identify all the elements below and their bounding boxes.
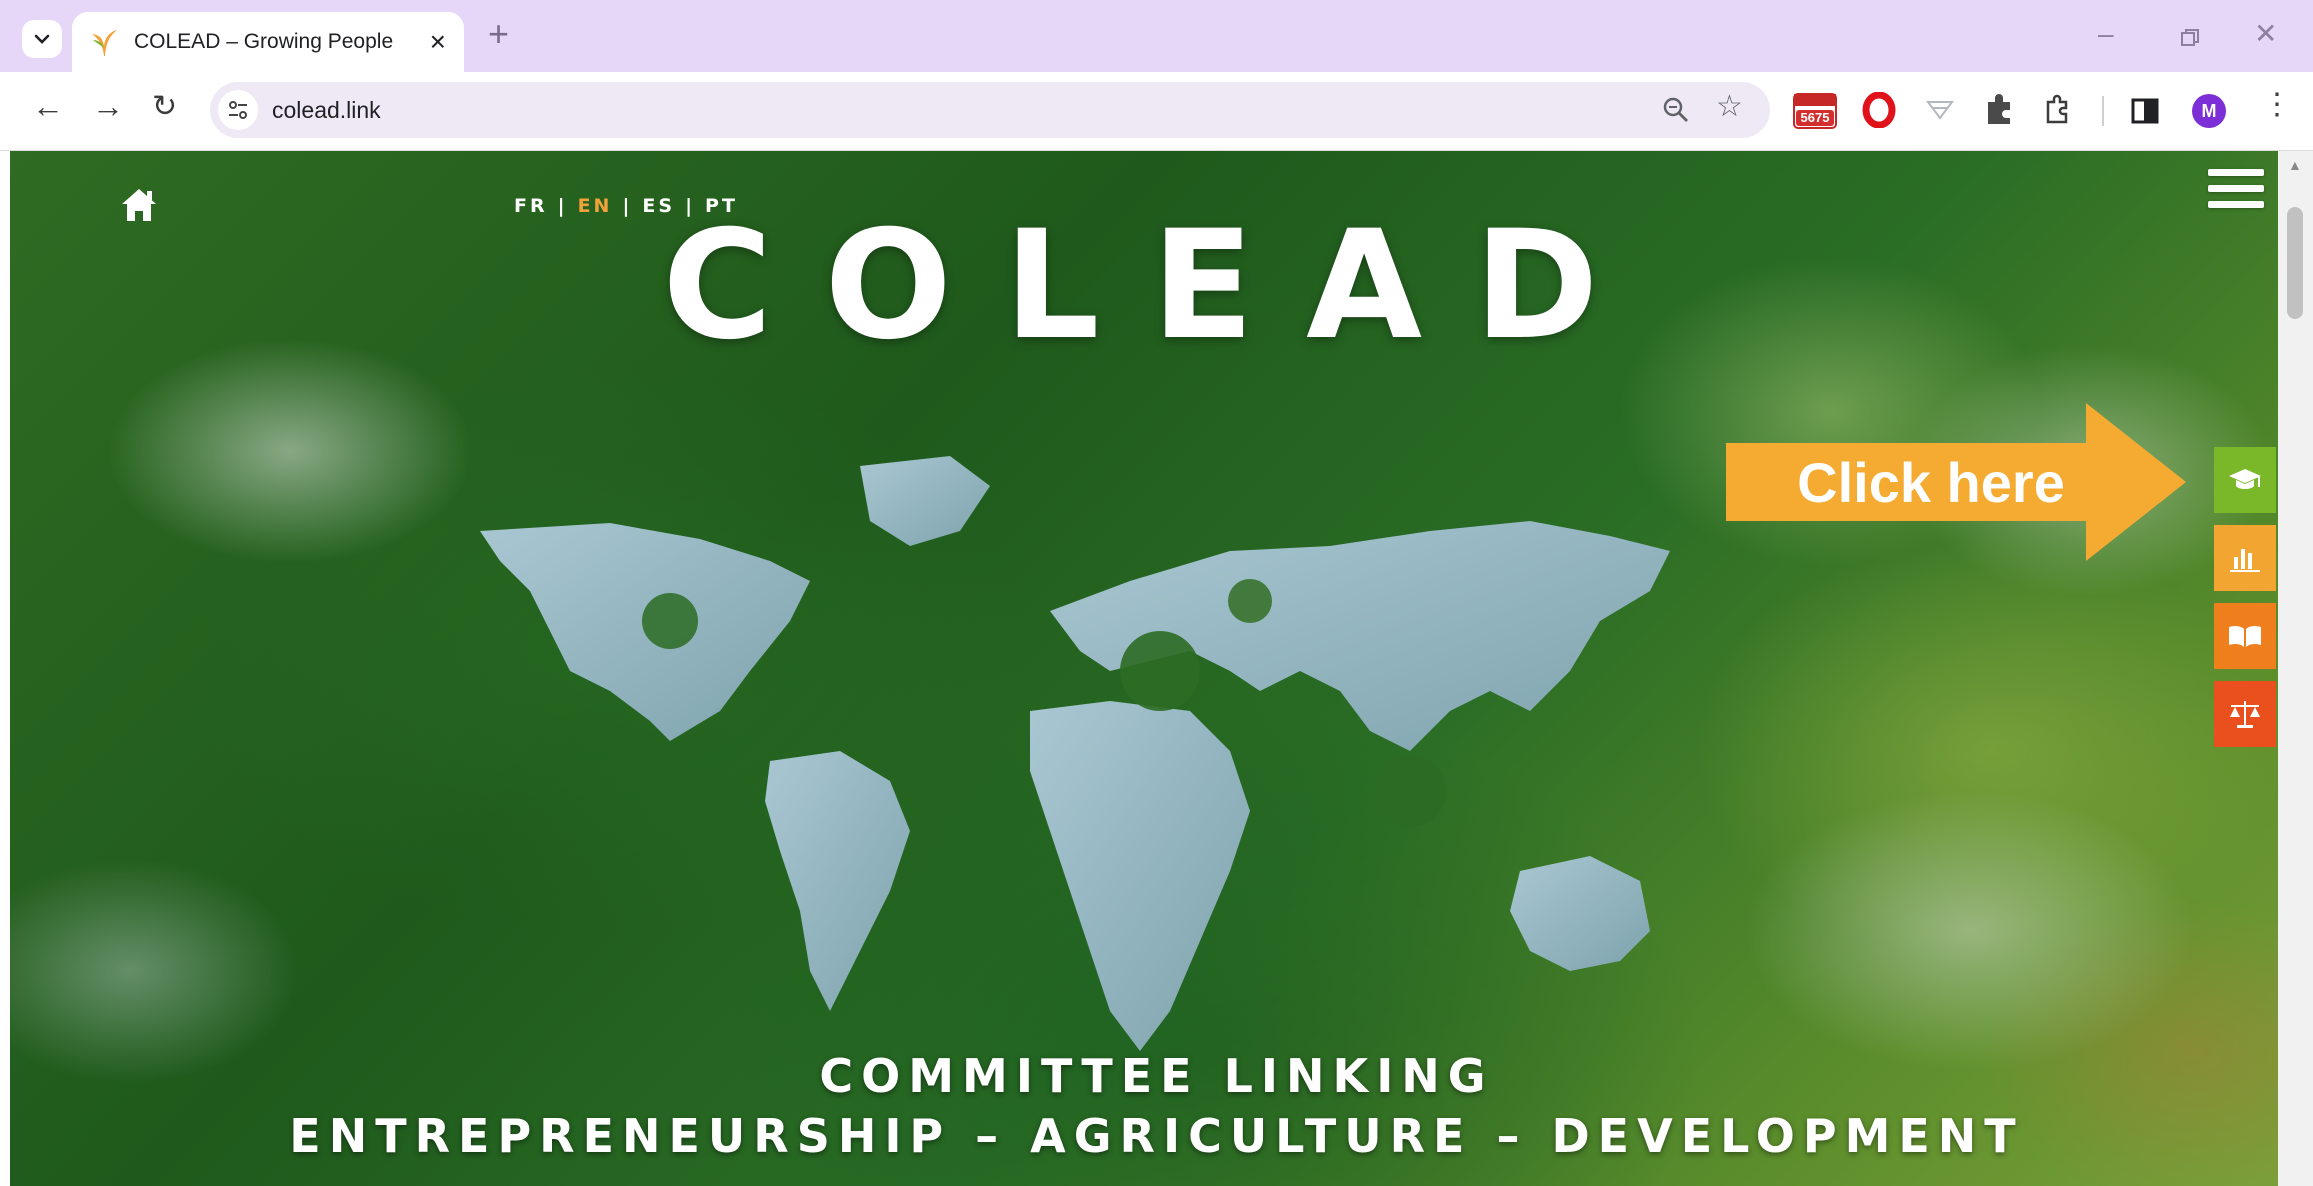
open-book-icon [2229, 625, 2261, 647]
training-button[interactable] [2214, 447, 2276, 513]
bar-chart-icon [2230, 549, 2260, 572]
extension-badge: 5675 [1800, 110, 1830, 125]
bookmark-star-icon[interactable]: ☆ [1716, 92, 1743, 122]
profile-avatar[interactable]: M [2192, 94, 2226, 128]
tagline-line-2: ENTREPRENEURSHIP – AGRICULTURE – DEVELOP… [289, 1109, 2024, 1163]
browser-menu-icon[interactable]: ⋮ [2262, 90, 2292, 120]
back-icon[interactable]: ← [32, 90, 64, 122]
extensions-icon[interactable] [2040, 92, 2074, 128]
close-tab-icon[interactable]: × [430, 28, 446, 56]
calendar-extension-icon[interactable]: 5675 [1792, 90, 1838, 135]
scroll-thumb[interactable] [2287, 207, 2303, 319]
address-bar[interactable]: colead.link ☆ [210, 82, 1770, 138]
toolbar-divider [2102, 96, 2104, 126]
scroll-up-icon[interactable]: ▲ [2288, 157, 2302, 173]
side-panel-icon[interactable] [2130, 96, 2160, 126]
colead-favicon-icon [92, 30, 117, 56]
minimize-icon[interactable]: – [2098, 20, 2114, 48]
statistics-button[interactable] [2214, 525, 2276, 591]
url-text: colead.link [272, 97, 381, 123]
hero-banner: FR | EN | ES | PT COLEAD Click here COMM… [10, 151, 2278, 1186]
puzzle-extension-icon[interactable] [1982, 92, 2016, 128]
reload-icon[interactable]: ↻ [152, 92, 177, 122]
callout-label: Click here [1797, 451, 2065, 514]
tab-search-button[interactable] [22, 20, 62, 58]
publications-button[interactable] [2214, 603, 2276, 669]
graduation-cap-icon [2229, 469, 2261, 489]
shield-extension-icon[interactable] [1924, 98, 1956, 122]
scales-icon [2230, 701, 2260, 728]
tab-strip: COLEAD – Growing People × + – ✕ [0, 0, 2313, 72]
tab-title: COLEAD – Growing People [134, 30, 394, 53]
page-scrollbar[interactable]: ▲ [2278, 151, 2313, 1186]
regulations-button[interactable] [2214, 681, 2276, 747]
tune-icon [229, 101, 247, 119]
zoom-icon[interactable] [1662, 96, 1690, 124]
chevron-down-icon [34, 34, 50, 44]
tagline-line-1: COMMITTEE LINKING [819, 1049, 1494, 1103]
new-tab-button[interactable]: + [488, 16, 509, 52]
opera-extension-icon[interactable] [1862, 92, 1896, 128]
forward-icon[interactable]: → [92, 90, 124, 122]
restore-icon[interactable] [2180, 28, 2200, 48]
active-tab[interactable]: COLEAD – Growing People × [72, 12, 464, 72]
browser-toolbar: ← → ↻ colead.link ☆ 5675 M ⋮ [0, 72, 2313, 151]
site-title: COLEAD [662, 199, 1651, 373]
hamburger-menu-icon[interactable] [2208, 169, 2264, 215]
site-info-button[interactable] [218, 90, 258, 130]
close-window-icon[interactable]: ✕ [2254, 20, 2277, 48]
